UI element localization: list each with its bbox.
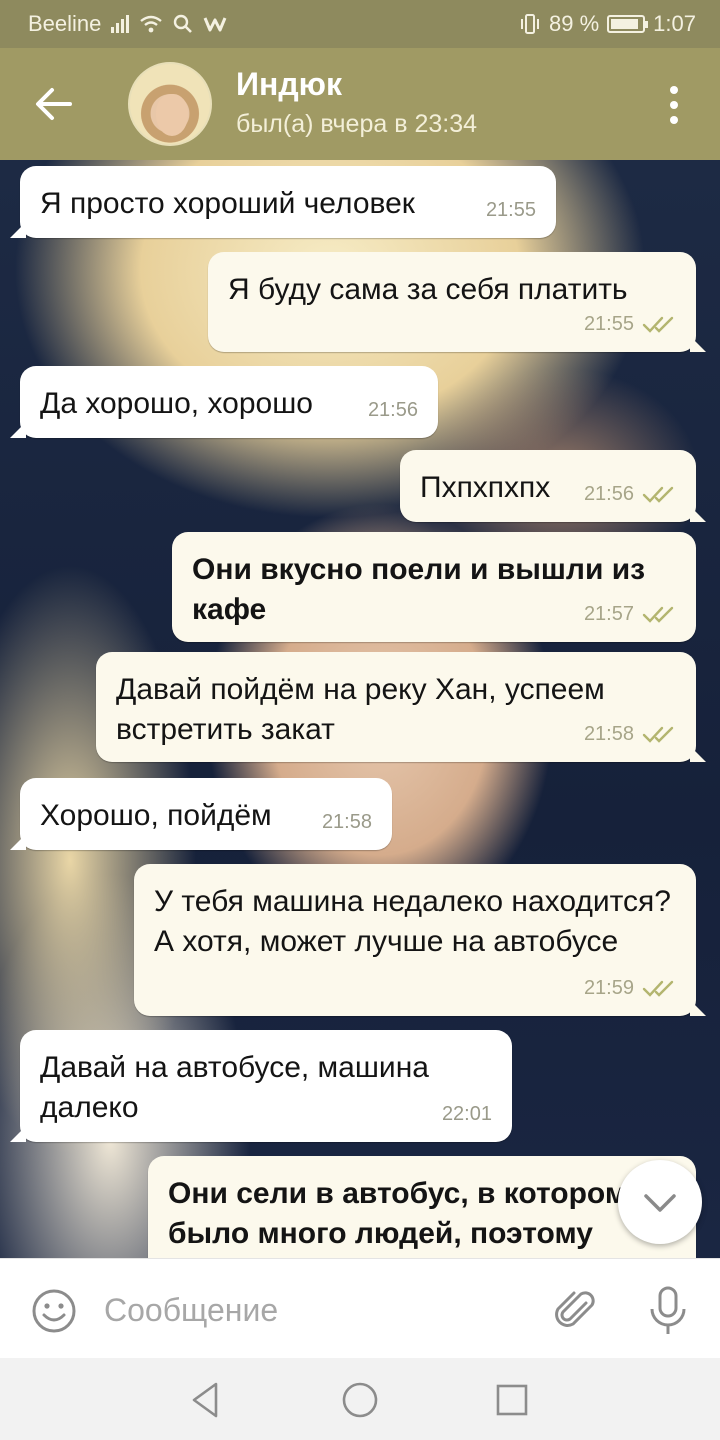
outgoing-message[interactable]: Давай пойдём на реку Хан, успеем встрети…	[96, 652, 706, 762]
outgoing-message[interactable]: Пхпхпхпх 21:56	[400, 450, 706, 522]
message-text: Да хорошо, хорошо	[40, 387, 313, 420]
outgoing-message[interactable]: Они сели в автобус, в котором было много…	[148, 1156, 696, 1258]
incoming-message[interactable]: Да хорошо, хорошо 21:56	[10, 366, 438, 438]
contact-name[interactable]: Индюк	[236, 66, 342, 103]
paperclip-icon[interactable]	[552, 1287, 600, 1335]
message-time-text: 21:55	[485, 199, 536, 221]
avatar[interactable]	[128, 62, 212, 146]
nav-home-icon[interactable]	[338, 1378, 382, 1422]
microphone-icon[interactable]	[646, 1285, 690, 1337]
double-check-icon	[642, 606, 674, 623]
outgoing-message[interactable]: Я буду сама за себя платить 21:55	[208, 252, 706, 352]
outgoing-message[interactable]: Они вкусно поели и вышли из кафе 21:57	[172, 532, 696, 642]
message-time-text: 21:57	[583, 603, 634, 625]
message-text: Я просто хороший человек	[40, 187, 415, 220]
smiley-icon[interactable]	[30, 1287, 78, 1335]
chat-area[interactable]: Я просто хороший человек 21:55 Я буду сама…	[0, 160, 720, 1258]
signal-icon	[111, 15, 130, 33]
message-text: Давай на автобусе, машина далеко	[40, 1051, 429, 1124]
message-time: 21:55	[584, 304, 676, 344]
nav-back-icon[interactable]	[184, 1378, 228, 1422]
message-time-text: 22:01	[441, 1103, 492, 1125]
message-time: 22:01	[442, 1094, 492, 1134]
double-check-icon	[642, 316, 674, 333]
double-check-icon	[642, 726, 674, 743]
system-nav-bar	[0, 1358, 720, 1440]
message-time: 21:56	[584, 474, 676, 514]
battery-percent: 89 %	[549, 11, 600, 36]
message-time-text: 21:55	[583, 313, 634, 335]
message-time-text: 21:58	[583, 723, 634, 745]
wifi-icon	[140, 15, 163, 33]
chevron-down-icon	[644, 1194, 676, 1212]
search-icon	[174, 14, 193, 33]
message-time-text: 21:58	[321, 811, 372, 833]
message-text: Они сели в автобус, в котором было много…	[168, 1177, 628, 1250]
status-right: 89 % 1:07	[519, 11, 696, 37]
nav-recents-icon[interactable]	[490, 1378, 534, 1422]
battery-icon	[607, 15, 649, 33]
message-text: У тебя машина недалеко находится? А хотя…	[154, 885, 671, 958]
composer	[0, 1258, 720, 1358]
avatar-face	[156, 94, 188, 136]
message-time: 21:57	[584, 594, 676, 634]
scroll-down-button[interactable]	[618, 1160, 702, 1244]
incoming-message[interactable]: Хорошо, пойдём 21:58	[10, 778, 392, 850]
more-vertical-icon[interactable]	[668, 86, 680, 124]
message-text: Я буду сама за себя платить	[228, 273, 628, 306]
clock: 1:07	[653, 11, 696, 36]
message-input[interactable]	[104, 1285, 524, 1335]
message-time: 21:55	[486, 190, 536, 230]
vibrate-icon	[521, 14, 540, 34]
arrow-left-icon[interactable]	[30, 84, 78, 124]
status-left: Beeline	[28, 11, 227, 37]
message-time-text: 21:56	[367, 399, 418, 421]
status-bar: Beeline 89 % 1:07	[0, 0, 720, 48]
double-check-icon	[642, 486, 674, 503]
app-notification-icon	[204, 17, 227, 32]
outgoing-message[interactable]: У тебя машина недалеко находится? А хотя…	[134, 864, 706, 1016]
last-seen: был(а) вчера в 23:34	[236, 110, 478, 138]
carrier-name: Beeline	[28, 11, 102, 36]
incoming-message[interactable]: Я просто хороший человек 21:55	[10, 166, 556, 238]
message-time: 21:58	[322, 802, 372, 842]
message-time-text: 21:59	[583, 977, 634, 999]
message-time: 21:58	[584, 714, 676, 754]
message-time: 21:56	[368, 390, 418, 430]
double-check-icon	[642, 980, 674, 997]
chat-header: Индюк был(а) вчера в 23:34	[0, 48, 720, 160]
message-time-text: 21:56	[583, 483, 634, 505]
message-time: 21:59	[584, 968, 676, 1008]
incoming-message[interactable]: Давай на автобусе, машина далеко 22:01	[10, 1030, 512, 1142]
